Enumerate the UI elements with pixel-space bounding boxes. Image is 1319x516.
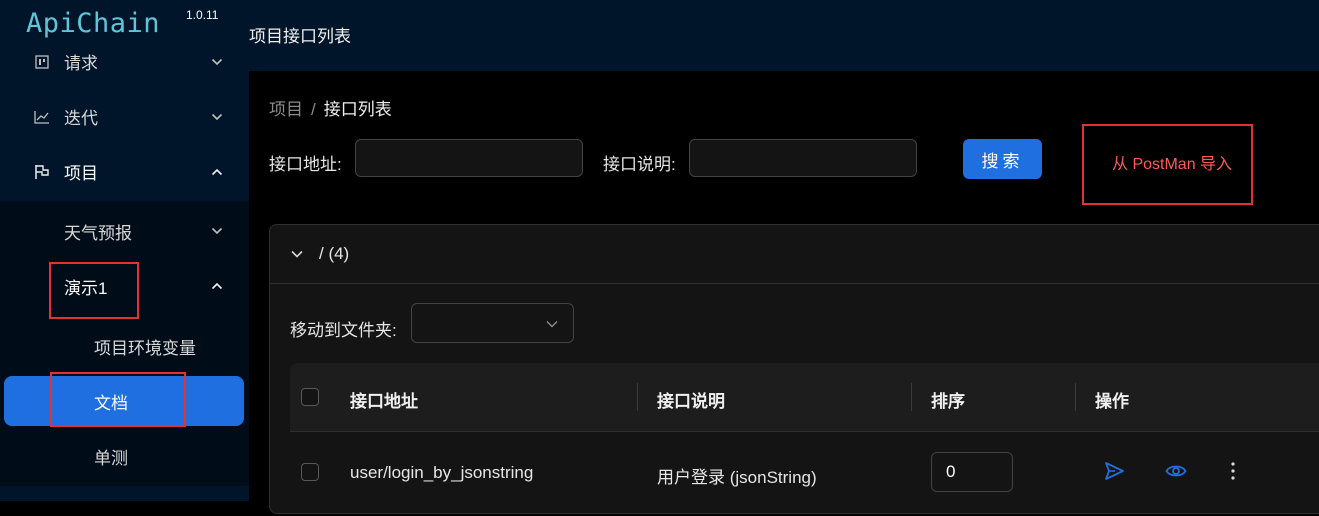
chevron-down-icon	[211, 227, 223, 235]
column-divider	[637, 383, 638, 411]
eye-icon[interactable]	[1165, 460, 1187, 482]
breadcrumb-separator: /	[311, 100, 316, 119]
menu-item-label: 迭代	[64, 109, 98, 128]
chevron-down-icon[interactable]	[290, 247, 304, 261]
project-item-label: 项目环境变量	[94, 338, 196, 358]
move-folder-label: 移动到文件夹:	[290, 321, 397, 340]
breadcrumb: 项目 / 接口列表	[269, 95, 392, 120]
project-item-label: 单测	[94, 448, 128, 468]
chevron-up-icon	[211, 168, 223, 175]
folder-title: / (4)	[319, 244, 350, 263]
more-icon[interactable]	[1224, 460, 1242, 482]
table-row: user/login_by_jsonstring 用户登录 (jsonStrin…	[290, 431, 1319, 516]
chevron-down-icon	[211, 113, 223, 120]
table-header: 接口地址 接口说明 排序 操作	[290, 363, 1319, 431]
order-input[interactable]	[931, 452, 1013, 492]
top-header: 项目接口列表	[249, 0, 1319, 71]
chart-line-icon	[34, 109, 50, 125]
request-icon	[34, 54, 50, 70]
menu-item-label: 项目	[64, 164, 98, 183]
row-url: user/login_by_jsonstring	[350, 463, 534, 482]
menu-item-project[interactable]: 项目	[0, 144, 249, 199]
menu-item-iteration[interactable]: 迭代	[0, 89, 249, 144]
project-item-label: 文档	[94, 393, 128, 413]
postman-import-link[interactable]: 从 PostMan 导入	[1112, 150, 1232, 174]
page-title: 项目接口列表	[249, 27, 351, 46]
project-label: 天气预报	[64, 223, 132, 243]
move-folder-select[interactable]	[411, 303, 574, 343]
project-demo1[interactable]: 演示1	[0, 261, 249, 311]
breadcrumb-parent[interactable]: 项目	[269, 100, 303, 119]
desc-label: 接口说明:	[603, 155, 676, 174]
url-label: 接口地址:	[269, 155, 342, 174]
url-input[interactable]	[355, 139, 583, 177]
send-icon[interactable]	[1103, 460, 1125, 482]
desc-input[interactable]	[689, 139, 917, 177]
project-label: 演示1	[64, 278, 108, 298]
project-env-vars[interactable]: 项目环境变量	[0, 321, 249, 371]
chevron-up-icon	[211, 282, 223, 290]
row-checkbox[interactable]	[301, 463, 319, 481]
chevron-down-icon	[211, 58, 223, 65]
column-header-url: 接口地址	[350, 392, 418, 411]
column-header-actions: 操作	[1095, 392, 1129, 411]
app-version: 1.0.11	[186, 8, 219, 22]
select-all-checkbox[interactable]	[301, 388, 319, 406]
flag-icon	[34, 164, 50, 180]
column-divider	[911, 383, 912, 411]
search-button[interactable]: 搜索	[963, 139, 1042, 179]
project-docs[interactable]: 文档	[0, 376, 249, 426]
project-weather[interactable]: 天气预报	[0, 206, 249, 256]
chevron-down-icon	[546, 321, 558, 328]
column-header-order: 排序	[931, 392, 965, 411]
row-desc: 用户登录 (jsonString)	[657, 468, 817, 487]
menu-item-label: 请求	[64, 54, 98, 73]
project-unit-test[interactable]: 单测	[0, 431, 249, 481]
column-header-desc: 接口说明	[657, 392, 725, 411]
folder-header[interactable]: / (4)	[270, 225, 1319, 284]
breadcrumb-current: 接口列表	[323, 100, 392, 119]
sidebar: ApiChain 1.0.11 请求 迭代 项目 天气预报 演示1 项目环境变量	[0, 0, 249, 501]
column-divider	[1075, 383, 1076, 411]
main-content: 项目 / 接口列表 接口地址: 接口说明: 搜索 从 PostMan 导入 / (4…	[249, 71, 1319, 514]
folder-panel: / (4) 移动到文件夹: 接口地址 接口说明 排序 操作 user/login…	[269, 224, 1319, 514]
menu-item-request[interactable]: 请求	[0, 34, 249, 89]
